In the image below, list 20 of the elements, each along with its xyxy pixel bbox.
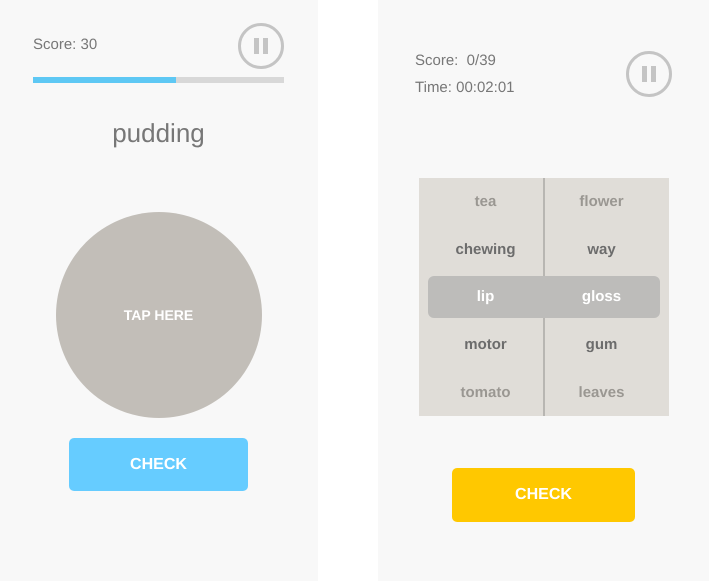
time-label: Time: 00:02:01 — [415, 78, 514, 98]
picker-item[interactable]: gloss — [544, 288, 660, 306]
picker-item[interactable]: gum — [544, 336, 660, 354]
picker-item[interactable]: lip — [428, 288, 544, 306]
picker-item[interactable]: leaves — [544, 384, 660, 401]
picker-item[interactable]: chewing — [428, 240, 544, 258]
tap-area[interactable]: TAP HERE — [56, 212, 262, 418]
picker-item[interactable]: motor — [428, 336, 544, 354]
picker-item[interactable]: way — [544, 240, 660, 258]
word-picker[interactable]: tea flower chewing way lip gloss motor gum tomato leaves — [418, 178, 668, 416]
picker-item[interactable]: tea — [428, 193, 544, 210]
score-label: Score: 30 — [33, 35, 98, 55]
word-label: pudding — [111, 118, 206, 149]
check-button[interactable]: CHECK — [69, 438, 248, 491]
picker-item[interactable]: flower — [544, 193, 660, 210]
picker-item[interactable]: tomato — [428, 384, 544, 401]
pause-button[interactable] — [626, 51, 672, 97]
pause-button[interactable] — [238, 23, 284, 69]
score-label: Score: 0/39 — [415, 51, 497, 71]
check-button[interactable]: CHECK — [452, 468, 635, 522]
